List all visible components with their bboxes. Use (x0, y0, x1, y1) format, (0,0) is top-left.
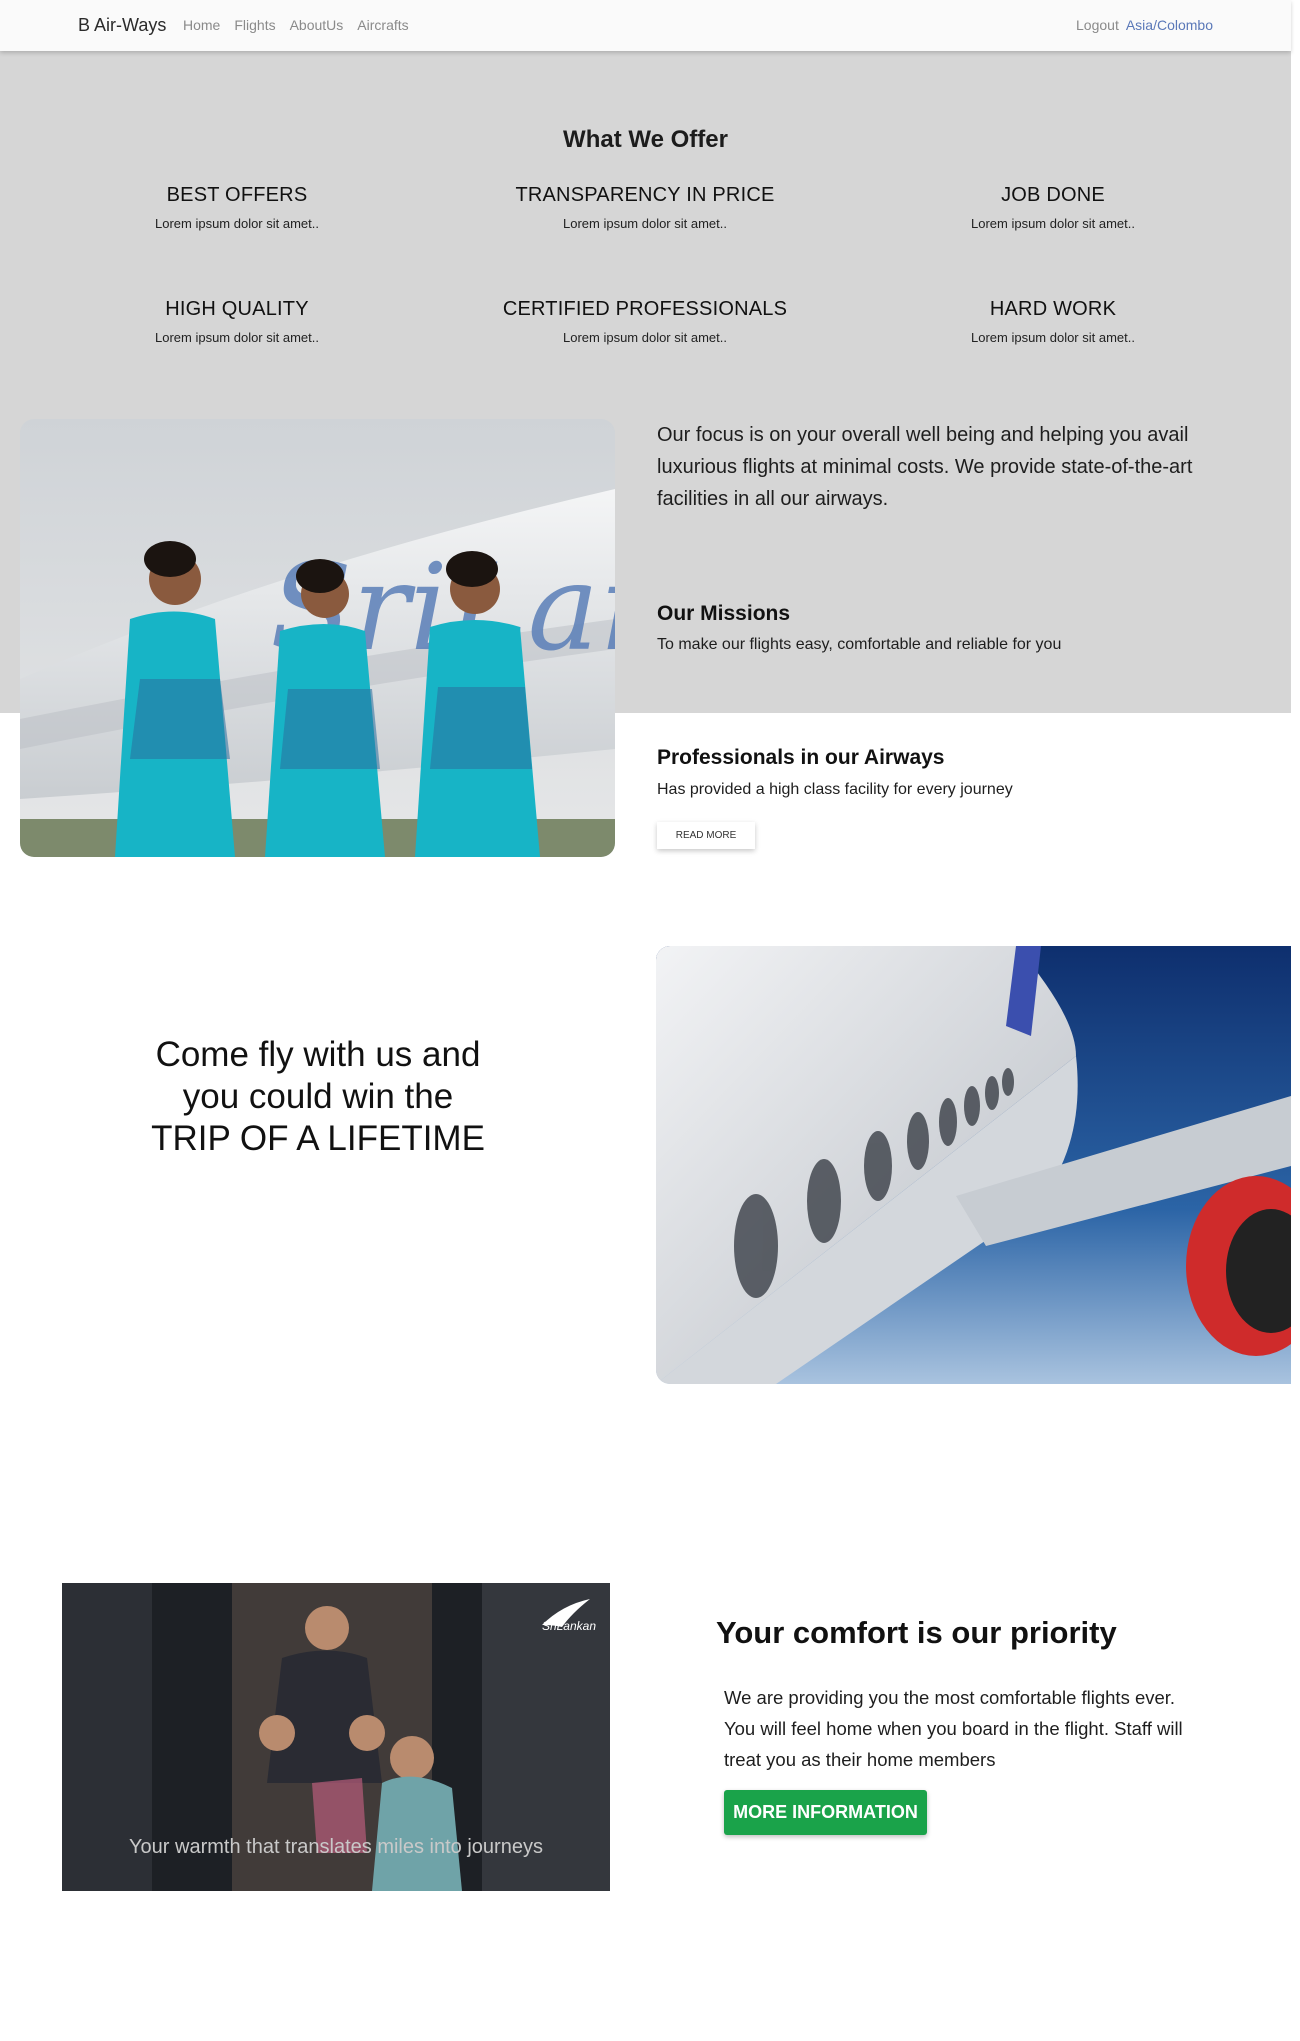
timezone-link[interactable]: Asia/Colombo (1126, 17, 1213, 33)
offer-text: Lorem ipsum dolor sit amet.. (562, 330, 727, 345)
focus-paragraph: Our focus is on your overall well being … (657, 424, 1193, 510)
offer-certified: CERTIFIED PROFESSIONALS Lorem ipsum dolo… (445, 298, 845, 345)
offer-text: Lorem ipsum dolor sit amet.. (154, 330, 319, 345)
top-navbar: B Air-Ways Home Flights AboutUs Aircraft… (0, 0, 1291, 51)
brand-link[interactable]: B Air-Ways (78, 15, 166, 36)
nav-link-aircrafts[interactable]: Aircrafts (357, 17, 408, 33)
trip-line-2: you could win the (182, 1077, 454, 1116)
nav-right: Logout Asia/Colombo (1076, 17, 1213, 33)
offer-text: Lorem ipsum dolor sit amet.. (970, 216, 1135, 231)
professionals-heading: Professionals in our Airways (657, 746, 945, 769)
comfort-paragraph: We are providing you the most comfortabl… (724, 1687, 1183, 1770)
airline-logo-text: SriLankan (541, 1619, 596, 1633)
offer-best-offers: BEST OFFERS Lorem ipsum dolor sit amet.. (37, 184, 437, 231)
trip-line-1: Come fly with us and (155, 1035, 481, 1074)
missions-heading: Our Missions (657, 602, 791, 625)
nav-link-aboutus[interactable]: AboutUs (290, 17, 344, 33)
comfort-heading: Your comfort is our priority (716, 1615, 1117, 1650)
offer-hard-work: HARD WORK Lorem ipsum dolor sit amet.. (853, 298, 1253, 345)
nav-links: Home Flights AboutUs Aircrafts (183, 17, 409, 33)
offer-high-quality: HIGH QUALITY Lorem ipsum dolor sit amet.… (37, 298, 437, 345)
offer-title: CERTIFIED PROFESSIONALS (502, 298, 788, 320)
offer-title: HARD WORK (989, 298, 1117, 320)
offer-text: Lorem ipsum dolor sit amet.. (562, 216, 727, 231)
trip-promo-heading: Come fly with us and you could win the T… (118, 1034, 518, 1160)
offer-title: TRANSPARENCY IN PRICE (515, 184, 775, 206)
professionals-text: Has provided a high class facility for e… (657, 781, 1013, 798)
trip-line-3: TRIP OF A LIFETIME (151, 1119, 485, 1158)
offer-text: Lorem ipsum dolor sit amet.. (154, 216, 319, 231)
more-information-button[interactable]: MORE INFORMATION (724, 1790, 927, 1835)
logout-link[interactable]: Logout (1076, 17, 1119, 33)
offer-text: Lorem ipsum dolor sit amet.. (970, 330, 1135, 345)
comfort-video-thumbnail[interactable]: SriLankan Your warmth that translates mi… (62, 1583, 610, 1891)
missions-text: To make our flights easy, comfortable an… (657, 636, 1062, 653)
video-caption: Your warmth that translates miles into j… (129, 1836, 543, 1858)
nav-link-flights[interactable]: Flights (234, 17, 275, 33)
flight-attendants-photo: SriLanka (20, 419, 615, 857)
read-more-button[interactable]: READ MORE (657, 822, 755, 849)
airplane-sky-photo (656, 946, 1291, 1384)
offer-title: HIGH QUALITY (165, 298, 309, 320)
offer-title: BEST OFFERS (166, 184, 308, 206)
offer-title: JOB DONE (1001, 184, 1105, 206)
offers-heading: What We Offer (563, 126, 728, 153)
offer-job-done: JOB DONE Lorem ipsum dolor sit amet.. (853, 184, 1253, 231)
nav-link-home[interactable]: Home (183, 17, 220, 33)
offer-transparency: TRANSPARENCY IN PRICE Lorem ipsum dolor … (445, 184, 845, 231)
